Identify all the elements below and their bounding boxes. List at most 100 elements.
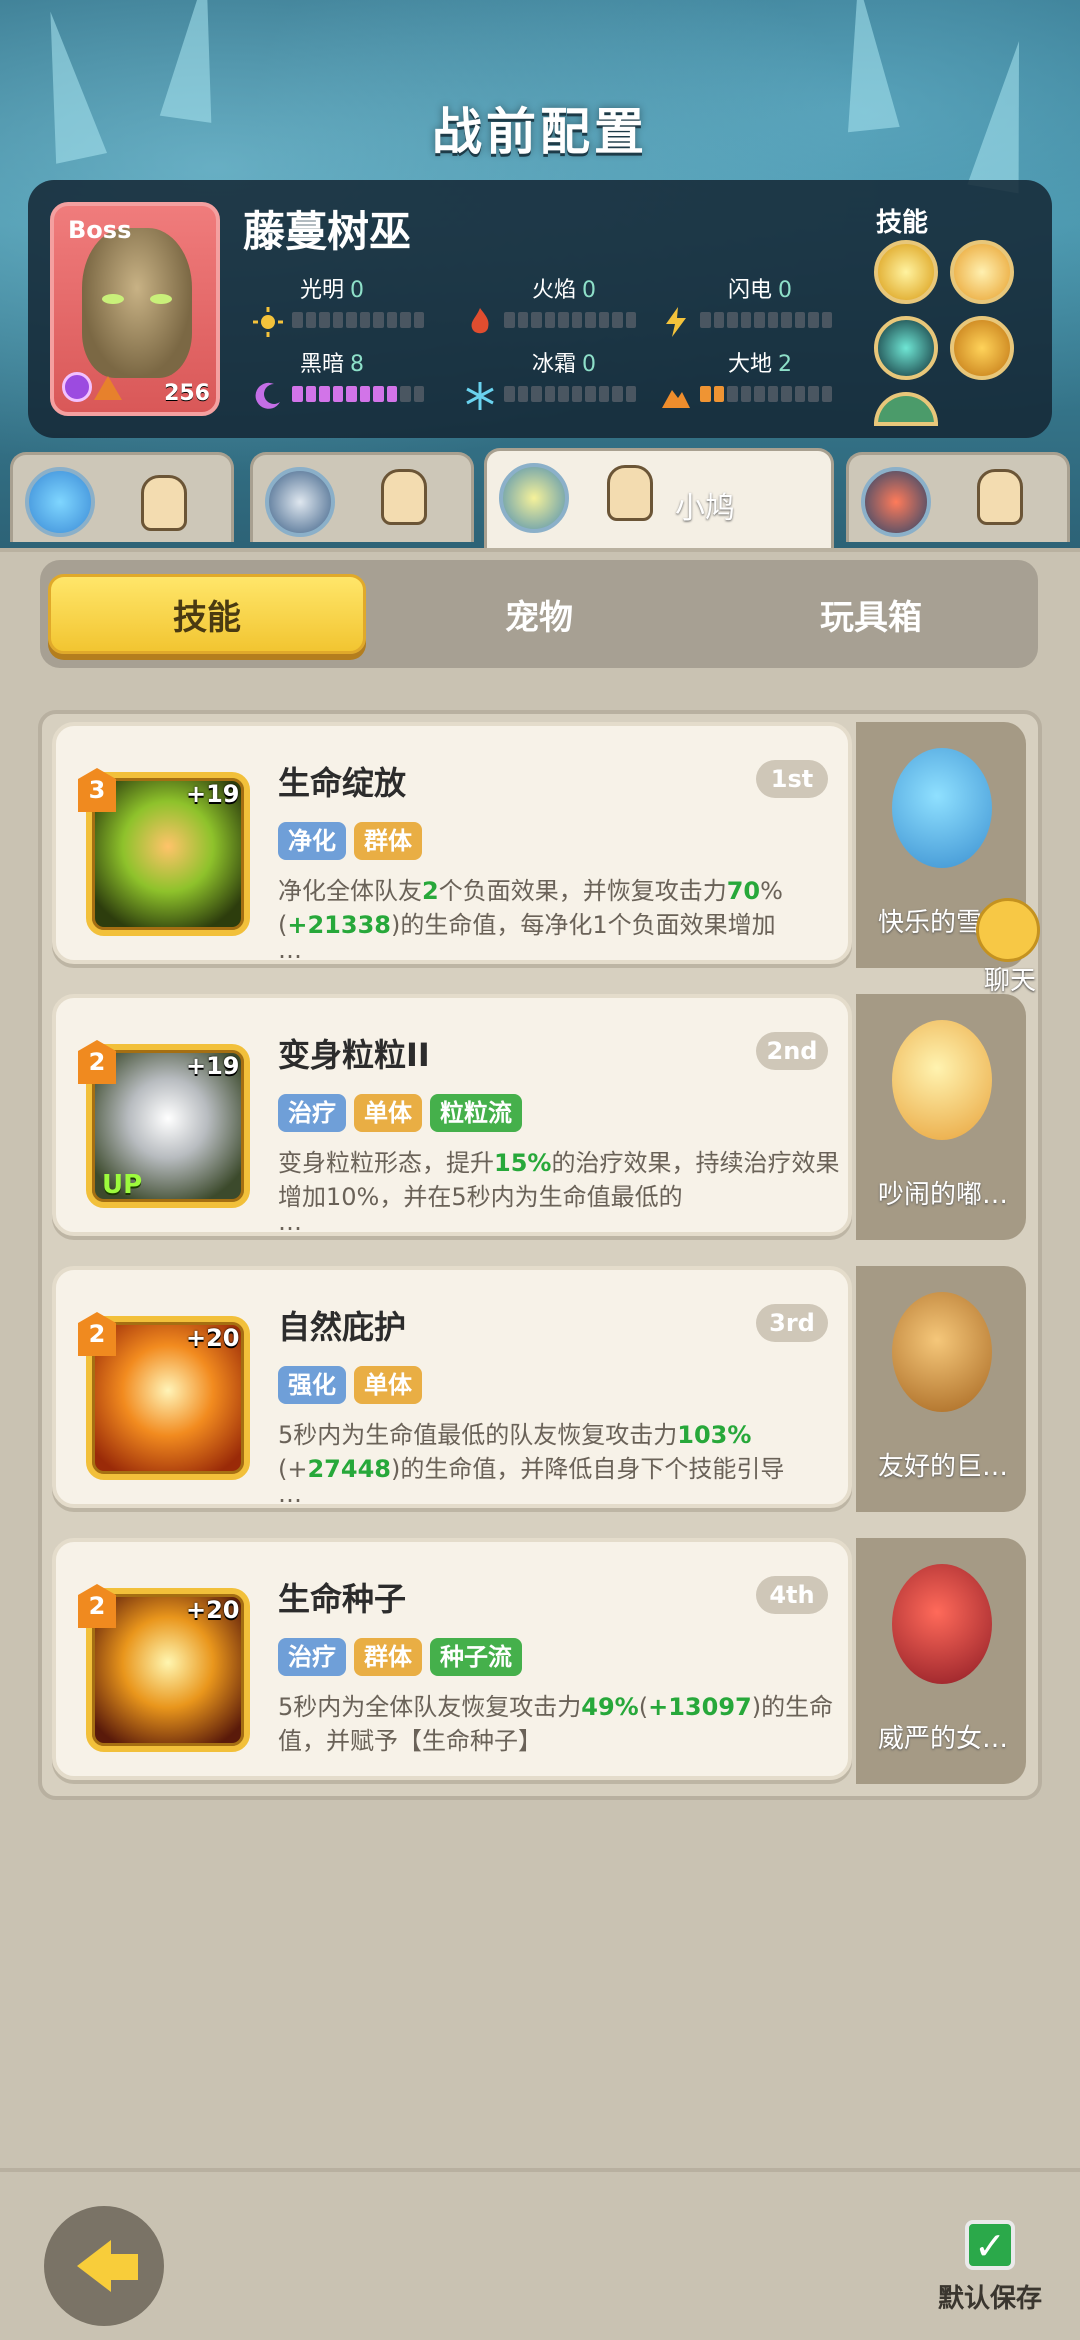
skill-description-ellipsis: … (278, 1208, 302, 1236)
checkbox-checked-icon[interactable]: ✓ (965, 2220, 1015, 2270)
default-save-label: 默认保存 (937, 2284, 1042, 2314)
skill-upgrade-badge: UP (102, 1170, 143, 1200)
element-frost: 冰霜 0 (464, 346, 664, 426)
element-bar (292, 312, 424, 328)
pet-name: 吵闹的嘟… (877, 1180, 1008, 1210)
element-bar (504, 386, 636, 402)
tap-hand-icon (977, 469, 1023, 525)
skill-card[interactable]: 3 +19 生命绽放 1st 净化 群体 净化全体队友2个负面效果，并恢复攻击力… (52, 722, 852, 964)
element-earth: 大地 2 (660, 346, 860, 426)
skill-description: 5秒内为全体队友恢复攻击力49%(+13097)的生命值，并赋予【生命种子】 (278, 1693, 834, 1755)
mountain-icon (662, 390, 690, 408)
chat-label: 聊天 (983, 966, 1036, 996)
skill-tags: 治疗 单体 粒粒流 (278, 1094, 522, 1132)
boss-skill-shadow-icon[interactable] (874, 316, 938, 380)
skill-tag: 单体 (354, 1094, 422, 1132)
element-dark: 黑暗 8 (252, 346, 452, 426)
skill-bonus: +19 (186, 780, 240, 808)
flame-icon (471, 308, 489, 334)
pet-figure-image (892, 1292, 992, 1412)
skill-card[interactable]: 2 +20 自然庇护 3rd 强化 单体 5秒内为生命值最低的队友恢复攻击力10… (52, 1266, 852, 1508)
skill-bonus: +20 (186, 1324, 240, 1352)
boss-skill-more-icon[interactable] (874, 392, 938, 426)
boss-skill-sun-icon[interactable] (874, 240, 938, 304)
element-lightning: 闪电 0 (660, 272, 860, 352)
assigned-pet-4[interactable]: 威严的女… (856, 1538, 1026, 1784)
tap-hand-icon (381, 469, 427, 525)
tab-pets[interactable]: 宠物 (380, 574, 698, 654)
team-tab-3[interactable]: 小鸠 (484, 448, 834, 548)
page-title: 战前配置 (432, 103, 648, 161)
skill-rank: 1st (756, 760, 828, 798)
snowflake-icon (466, 382, 494, 410)
skill-rank: 4th (756, 1576, 828, 1614)
skill-tags: 强化 单体 (278, 1366, 422, 1404)
back-button[interactable] (44, 2206, 164, 2326)
skill-tag: 强化 (278, 1366, 346, 1404)
pet-avatar (25, 467, 95, 537)
pet-avatar (861, 467, 931, 537)
smiley-icon (976, 898, 1040, 962)
boss-portrait[interactable]: Boss 256 (50, 202, 220, 416)
boss-level: 256 (164, 381, 210, 406)
skill-tag: 治疗 (278, 1638, 346, 1676)
sun-icon (253, 307, 283, 337)
element-bar (700, 386, 832, 402)
team-tab-1[interactable] (10, 452, 234, 542)
dark-element-icon (62, 372, 92, 402)
skill-description-ellipsis: … (278, 936, 302, 964)
pet-avatar (499, 463, 569, 533)
element-light: 光明 0 (252, 272, 452, 352)
boss-name: 藤蔓树巫 (243, 207, 412, 256)
assigned-pet-2[interactable]: 吵闹的嘟… (856, 994, 1026, 1240)
boss-skill-burst-icon[interactable] (950, 240, 1014, 304)
boss-tag: Boss (68, 216, 132, 244)
skill-tags: 净化 群体 (278, 822, 422, 860)
skill-tag: 群体 (354, 1638, 422, 1676)
pet-figure-image (892, 1564, 992, 1684)
chat-button[interactable]: 聊天 (970, 898, 1046, 998)
pet-figure-image (892, 1020, 992, 1140)
element-bar (504, 312, 636, 328)
skill-description: 变身粒粒形态，提升15%的治疗效果，持续治疗效果增加10%，并在5秒内为生命值最… (278, 1149, 840, 1211)
lightning-icon (666, 307, 686, 337)
skill-title: 自然庇护 (278, 1308, 407, 1346)
assigned-pet-3[interactable]: 友好的巨… (856, 1266, 1026, 1512)
default-save-toggle[interactable]: ✓ 默认保存 (930, 2220, 1050, 2315)
team-tab-name: 小鸠 (675, 491, 735, 526)
element-bar (292, 386, 424, 402)
boss-skills-label: 技能 (876, 208, 929, 238)
skill-tag: 治疗 (278, 1094, 346, 1132)
skill-rank: 3rd (756, 1304, 828, 1342)
team-tab-2[interactable] (250, 452, 474, 542)
skill-description-ellipsis: … (278, 1480, 302, 1508)
tap-hand-icon (607, 465, 653, 521)
tab-toybox[interactable]: 玩具箱 (712, 574, 1030, 654)
boss-info-panel: Boss 256 藤蔓树巫 光明 0 火焰 0 闪电 0 黑暗 8 冰霜 0 大地 2 技能 (28, 180, 1052, 438)
skill-tag: 群体 (354, 822, 422, 860)
tab-skills[interactable]: 技能 (48, 574, 366, 654)
skill-card[interactable]: 2 +19 UP 变身粒粒II 2nd 治疗 单体 粒粒流 变身粒粒形态，提升1… (52, 994, 852, 1236)
skill-description: 净化全体队友2个负面效果，并恢复攻击力70%(+21338)的生命值，每净化1个… (278, 877, 783, 939)
pet-name: 友好的巨… (877, 1452, 1008, 1482)
skill-title: 生命种子 (278, 1580, 407, 1618)
skill-title: 生命绽放 (278, 764, 407, 802)
skill-description: 5秒内为生命值最低的队友恢复攻击力103%(+27448)的生命值，并降低自身下… (278, 1421, 785, 1483)
team-tab-4[interactable] (846, 452, 1070, 542)
boss-skill-claw-icon[interactable] (950, 316, 1014, 380)
skill-tags: 治疗 群体 种子流 (278, 1638, 522, 1676)
pet-name: 威严的女… (877, 1724, 1008, 1754)
skill-tag: 净化 (278, 822, 346, 860)
skill-bonus: +20 (186, 1596, 240, 1624)
moon-icon (255, 382, 280, 409)
category-segmented-control: 技能 宠物 玩具箱 (40, 560, 1038, 668)
element-bar (700, 312, 832, 328)
skill-title: 变身粒粒II (278, 1036, 430, 1074)
earth-element-icon (94, 376, 122, 400)
tap-hand-icon (141, 475, 187, 531)
skill-tag: 粒粒流 (430, 1094, 522, 1132)
skill-rank: 2nd (756, 1032, 828, 1070)
skill-tag: 种子流 (430, 1638, 522, 1676)
skill-tag: 单体 (354, 1366, 422, 1404)
skill-card[interactable]: 2 +20 生命种子 4th 治疗 群体 种子流 5秒内为全体队友恢复攻击力49… (52, 1538, 852, 1780)
